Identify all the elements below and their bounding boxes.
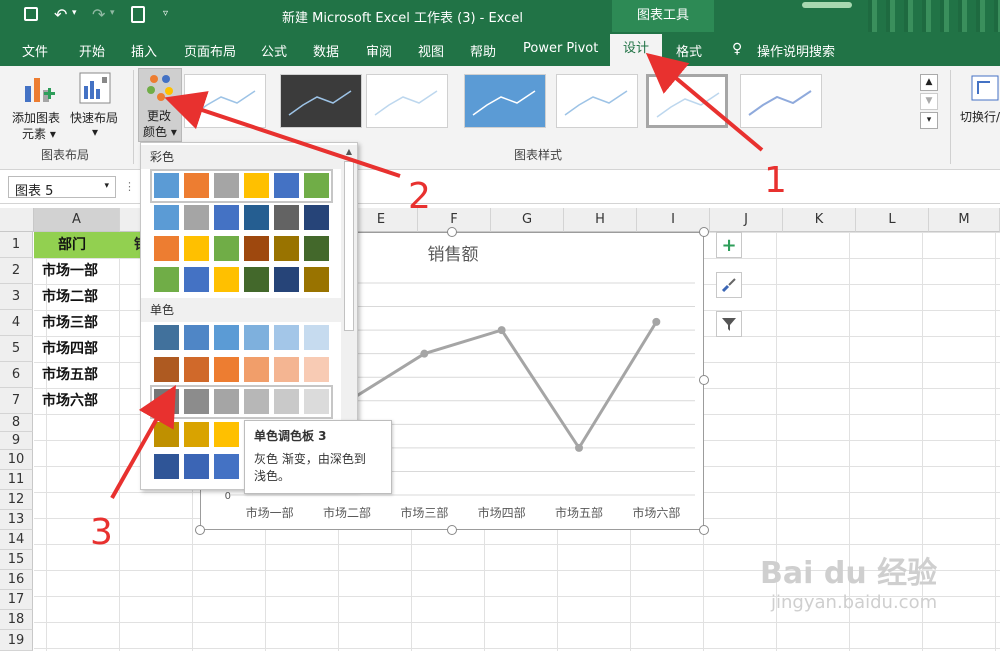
arrow-3-number: 3 [90, 512, 113, 553]
arrow-1-number: 1 [764, 160, 787, 201]
arrow-3-line [110, 385, 176, 499]
watermark-logo: Bai du 经验 [760, 556, 938, 591]
watermark-url: jingyan.baidu.com [771, 592, 938, 613]
arrow-2-number: 2 [408, 176, 431, 217]
baidu-watermark: Bai du 经验 jingyan.baidu.com [760, 548, 937, 613]
arrow-2-line [164, 91, 401, 178]
arrow-1-line [645, 52, 764, 152]
